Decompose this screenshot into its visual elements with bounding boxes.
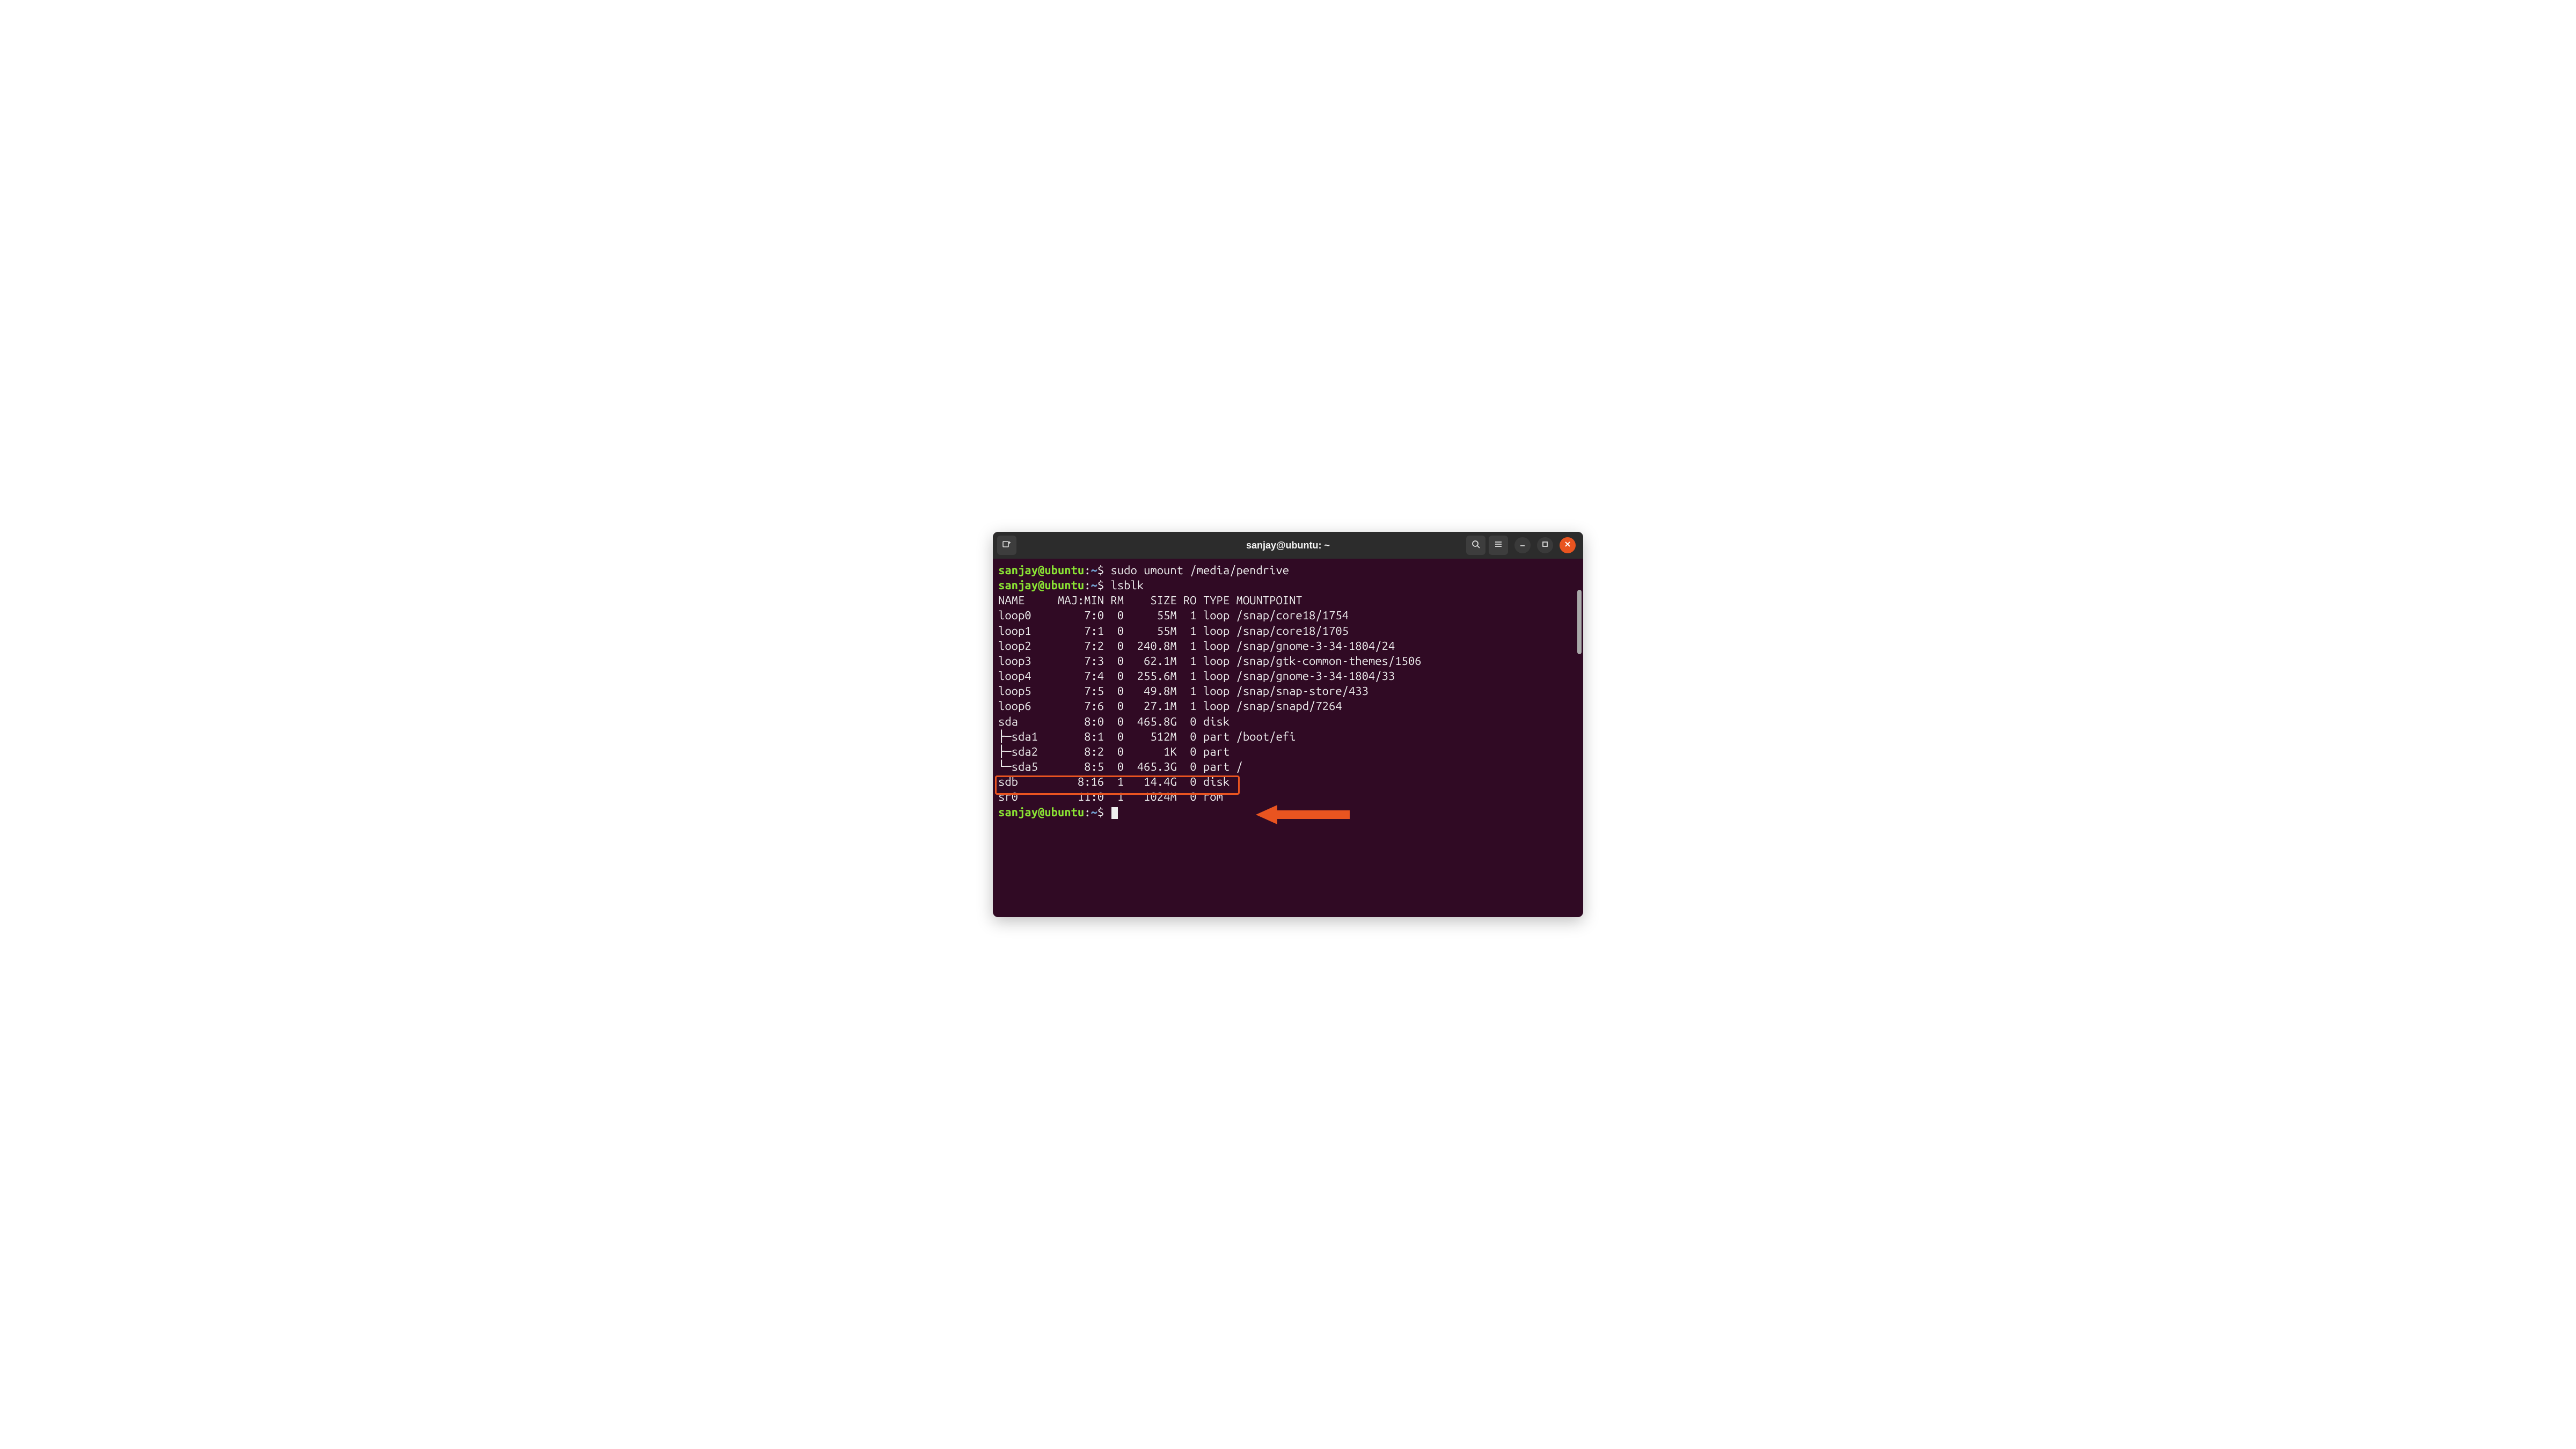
menu-button[interactable] [1489, 536, 1508, 555]
prompt-symbol: $ [1097, 564, 1104, 577]
hamburger-icon [1494, 539, 1503, 552]
command-1: sudo umount /media/pendrive [1110, 564, 1289, 577]
search-button[interactable] [1466, 536, 1485, 555]
new-tab-icon [1002, 539, 1012, 552]
prompt-user: sanjay@ubuntu [998, 806, 1084, 819]
minimize-button[interactable] [1514, 537, 1531, 553]
maximize-button[interactable] [1537, 537, 1553, 553]
arrow-annotation [1256, 774, 1352, 856]
prompt-sep: : [1084, 564, 1091, 577]
scrollbar-thumb[interactable] [1577, 590, 1582, 654]
prompt-path: ~ [1091, 564, 1097, 577]
command-2: lsblk [1110, 579, 1144, 592]
terminal-output[interactable]: sanjay@ubuntu:~$ sudo umount /media/pend… [993, 559, 1583, 917]
close-button[interactable] [1560, 537, 1576, 553]
search-icon [1471, 539, 1481, 552]
maximize-icon [1541, 540, 1549, 551]
terminal-window: sanjay@ubuntu: ~ [993, 532, 1583, 917]
close-icon [1564, 540, 1571, 551]
minimize-icon [1519, 540, 1526, 551]
cursor [1111, 807, 1118, 819]
prompt-user: sanjay@ubuntu [998, 564, 1084, 577]
prompt-user: sanjay@ubuntu [998, 579, 1084, 592]
new-tab-button[interactable] [997, 536, 1016, 555]
titlebar: sanjay@ubuntu: ~ [993, 532, 1583, 559]
lsblk-table: NAME MAJ:MIN RM SIZE RO TYPE MOUNTPOINT … [998, 594, 1421, 803]
